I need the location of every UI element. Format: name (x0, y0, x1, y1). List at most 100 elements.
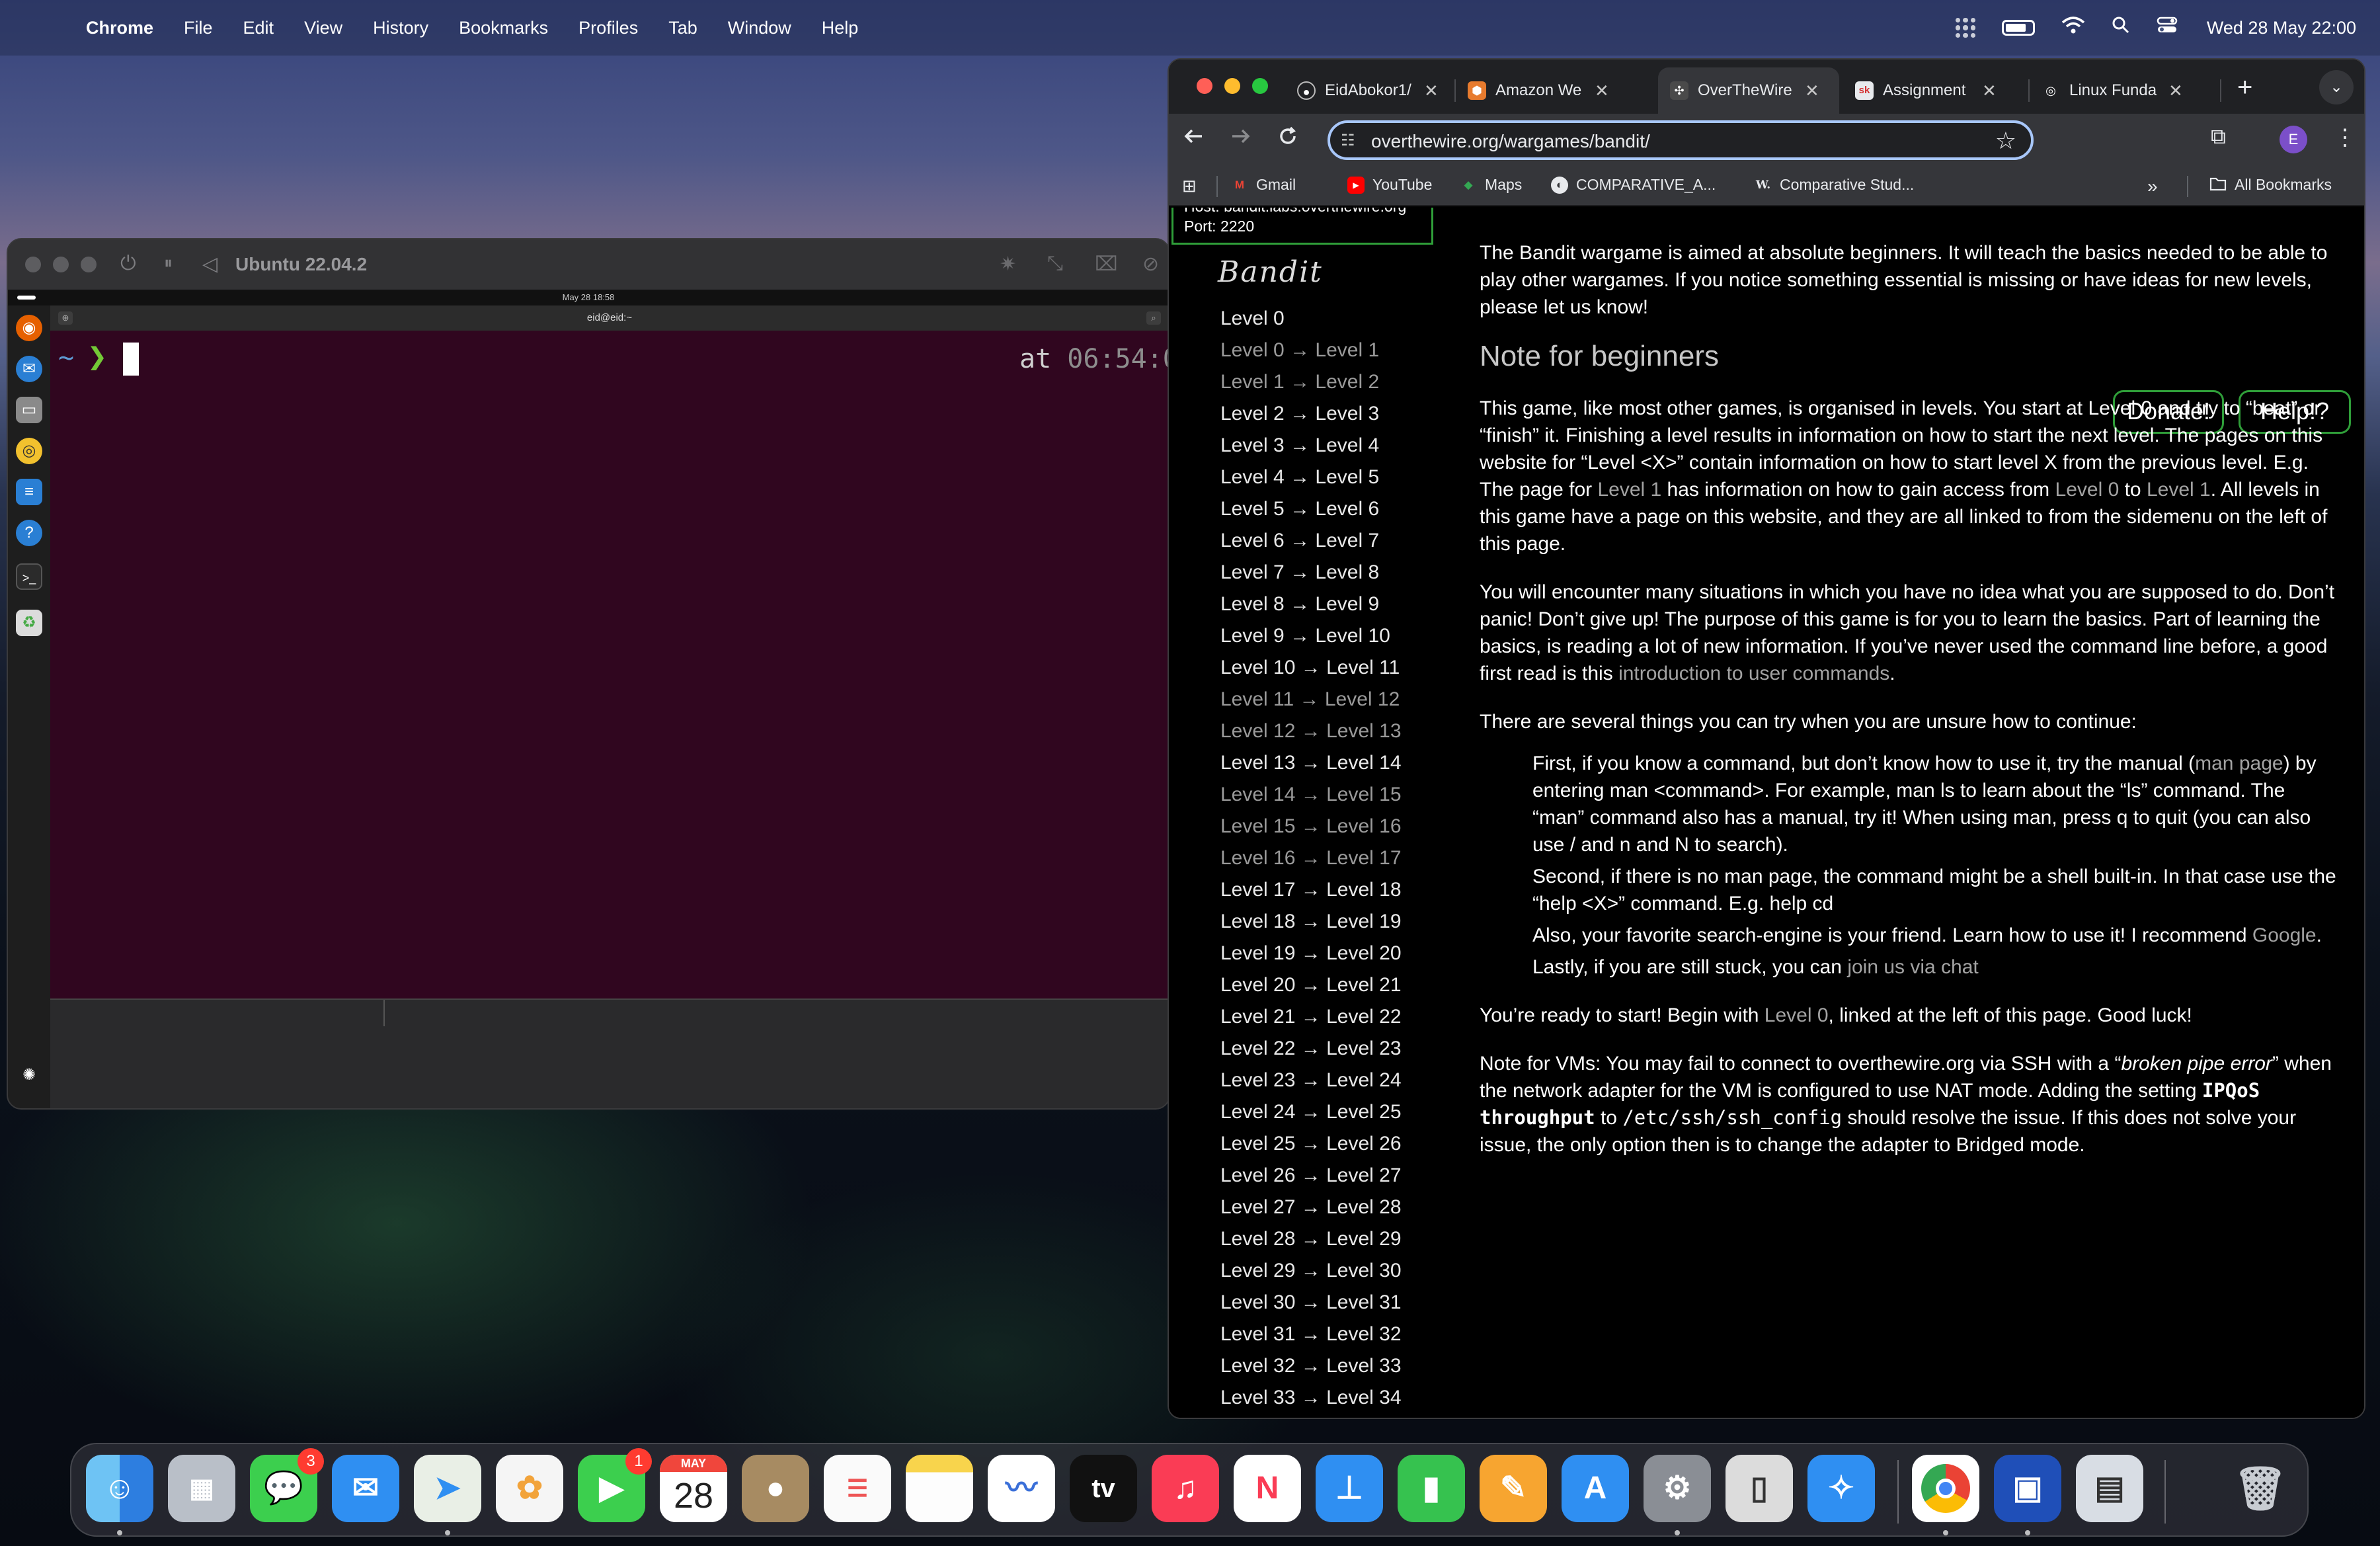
bookmark-star-icon[interactable]: ☆ (1995, 127, 2016, 155)
sidemenu-level-link[interactable]: Level 30 → Level 31 (1220, 1287, 1402, 1319)
battery-icon[interactable] (2001, 20, 2035, 36)
show-apps-icon[interactable]: ✺ (16, 1062, 42, 1088)
vm-zoom-button[interactable] (81, 257, 97, 272)
launchpad-icon[interactable]: ▦ (168, 1455, 235, 1522)
finder-icon[interactable]: ☺ (86, 1455, 153, 1522)
sidemenu-level-link[interactable]: Level 4 → Level 5 (1220, 462, 1402, 493)
all-bookmarks-button[interactable]: All Bookmarks (2209, 176, 2332, 194)
files-icon[interactable]: ▭ (16, 397, 42, 423)
pause-icon[interactable]: ⏸ (164, 253, 173, 274)
bookmark-comparative-a[interactable]: ◐ COMPARATIVE_A... (1551, 176, 1716, 194)
close-icon[interactable]: ✕ (1424, 81, 1439, 101)
bookmark-comparative-stud[interactable]: W. Comparative Stud... (1755, 176, 1914, 194)
sidemenu-level-link[interactable]: Level 33 → Level 34 (1220, 1382, 1402, 1414)
tab-linux[interactable]: ◎ Linux Funda ✕ (2030, 67, 2215, 114)
system-settings-icon[interactable]: ⚙ (1644, 1455, 1711, 1522)
sidemenu-level-link[interactable]: Level 2 → Level 3 (1220, 398, 1402, 430)
spotlight-search-icon[interactable] (2112, 16, 2130, 40)
sidemenu-level-link[interactable]: Level 23 → Level 24 (1220, 1065, 1402, 1096)
close-icon[interactable]: ✕ (1982, 81, 1997, 101)
menu-view[interactable]: View (304, 18, 342, 38)
tab-assignment[interactable]: sk Assignment ✕ (1843, 67, 2027, 114)
writer-icon[interactable]: ≡ (16, 479, 42, 505)
wifi-icon[interactable] (2061, 16, 2085, 40)
appstore-icon[interactable]: A (1562, 1455, 1629, 1522)
close-icon[interactable]: ✕ (1805, 81, 1819, 101)
sidemenu-level-link[interactable]: Level 10 → Level 11 (1220, 652, 1402, 684)
terminal-header[interactable]: ⊕ eid@eid:~ ⌕ (50, 305, 1169, 331)
facetime-icon[interactable]: ▶ 1 (578, 1448, 652, 1522)
sidemenu-level-link[interactable]: Level 11 → Level 12 (1220, 684, 1402, 715)
sidemenu-level-link[interactable]: Level 15 → Level 16 (1220, 811, 1402, 842)
menu-file[interactable]: File (184, 18, 213, 38)
sidemenu-level-link[interactable]: Level 8 → Level 9 (1220, 589, 1402, 620)
sidemenu-level-link[interactable]: Level 1 → Level 2 (1220, 366, 1402, 398)
chrome-zoom-button[interactable] (1252, 78, 1268, 94)
trash-icon[interactable]: ♻ (16, 610, 42, 636)
resize-icon[interactable]: ⤡ (1047, 253, 1063, 275)
sidemenu-level-link[interactable]: Level 13 → Level 14 (1220, 747, 1402, 779)
sidemenu-level-link[interactable]: Level 21 → Level 22 (1220, 1001, 1402, 1033)
sidemenu-level-link[interactable]: Level 5 → Level 6 (1220, 493, 1402, 525)
photos-icon[interactable]: ✿ (496, 1455, 563, 1522)
apps-grid-icon[interactable]: ⊞ (1182, 176, 1197, 196)
terminal-body[interactable]: ~ ❯ at 06:54:0 (50, 331, 1169, 998)
forward-button[interactable] (1228, 124, 1252, 154)
preview-icon[interactable]: ▤ (2076, 1455, 2143, 1522)
tab-search-chevron-icon[interactable]: ⌄ (2319, 70, 2354, 104)
sidemenu-level-link[interactable]: Level 26 → Level 27 (1220, 1160, 1402, 1192)
terminal-search-icon[interactable]: ⌕ (1146, 311, 1161, 325)
appletv-icon[interactable]: tv (1070, 1455, 1137, 1522)
more-menu-icon[interactable]: ⋮ (2334, 124, 2356, 151)
link-level-0[interactable]: Level 0 (2055, 479, 2120, 501)
sidemenu-level-link[interactable]: Level 16 → Level 17 (1220, 842, 1402, 874)
bookmark-maps[interactable]: ◆ Maps (1460, 176, 1522, 194)
link-introduction-user-commands[interactable]: introduction to user commands (1618, 663, 1889, 684)
menu-profiles[interactable]: Profiles (578, 18, 638, 38)
trash-icon[interactable]: 🗑 (2227, 1455, 2294, 1522)
link-man-page[interactable]: man page (2195, 753, 2283, 774)
thunderbird-icon[interactable]: ✉ (16, 356, 42, 382)
control-center-icon[interactable] (2157, 16, 2178, 40)
power-icon[interactable]: ⏻ (120, 253, 136, 275)
help-icon[interactable]: ? (16, 520, 42, 546)
sidemenu-level-link[interactable]: Level 25 → Level 26 (1220, 1128, 1402, 1160)
bookmark-gmail[interactable]: M Gmail (1231, 176, 1296, 194)
menu-window[interactable]: Window (728, 18, 791, 38)
sidemenu-level-link[interactable]: Level 32 → Level 33 (1220, 1350, 1402, 1382)
more-bookmarks-chevron-icon[interactable]: » (2147, 176, 2158, 197)
chrome-minimize-button[interactable] (1224, 78, 1240, 94)
numbers-icon[interactable]: ▮ (1398, 1455, 1465, 1522)
news-icon[interactable]: N (1234, 1455, 1301, 1522)
new-tab-icon[interactable]: ⊕ (58, 311, 73, 325)
settings-icon[interactable]: ⊘ (1142, 253, 1159, 276)
screen-sharing-icon[interactable]: ▣ (1994, 1455, 2061, 1522)
menu-app-name[interactable]: Chrome (86, 18, 153, 38)
sidemenu-level-link[interactable]: Level 20 → Level 21 (1220, 969, 1402, 1001)
chrome-close-button[interactable] (1197, 78, 1212, 94)
tab-amazon[interactable]: ⬢ Amazon We ✕ (1456, 67, 1624, 114)
safari-icon[interactable]: ✧ (1807, 1455, 1875, 1522)
link-google[interactable]: Google (2252, 924, 2317, 946)
sidemenu-level-link[interactable]: Level 27 → Level 28 (1220, 1192, 1402, 1223)
calendar-icon[interactable]: MAY 28 (660, 1455, 727, 1522)
sidemenu-level-link[interactable]: Level 7 → Level 8 (1220, 557, 1402, 589)
usb-icon[interactable]: ⌧ (1095, 253, 1118, 276)
sidemenu-level-link[interactable]: Level 22 → Level 23 (1220, 1033, 1402, 1065)
vm-minimize-button[interactable] (53, 257, 69, 272)
sidemenu-level-link[interactable]: Level 0 (1220, 303, 1402, 335)
activities-pill-icon[interactable] (17, 296, 36, 300)
sidemenu-level-link[interactable]: Level 9 → Level 10 (1220, 620, 1402, 652)
sidemenu-level-link[interactable]: Level 31 → Level 32 (1220, 1319, 1402, 1350)
vm-titlebar[interactable]: ⏻ ⏸ ◁ Ubuntu 22.04.2 ✷ ⤡ ⌧ ⊘ (8, 239, 1169, 290)
extensions-icon[interactable]: ⧉ (2211, 124, 2226, 149)
bandit-logo[interactable]: Bandit (1218, 255, 1323, 289)
app-grid-status-icon[interactable] (1955, 18, 1975, 38)
sidemenu-level-link[interactable]: Level 17 → Level 18 (1220, 874, 1402, 906)
contacts-icon[interactable]: ● (742, 1455, 809, 1522)
menu-tab[interactable]: Tab (668, 18, 697, 38)
menu-edit[interactable]: Edit (243, 18, 274, 38)
link-level-1[interactable]: Level 1 (1597, 479, 1661, 501)
sidemenu-level-link[interactable]: Level 0 → Level 1 (1220, 335, 1402, 366)
sidemenu-level-link[interactable]: Level 19 → Level 20 (1220, 938, 1402, 969)
